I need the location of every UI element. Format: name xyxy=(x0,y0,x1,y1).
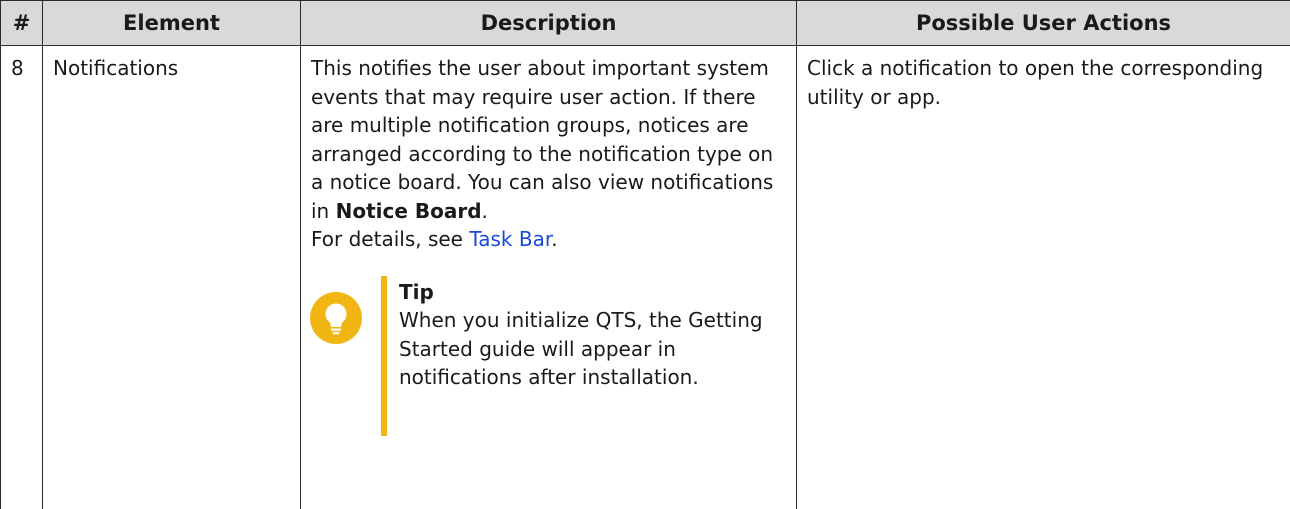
header-number: # xyxy=(1,1,43,46)
row-actions: Click a notification to open the corresp… xyxy=(797,46,1290,509)
row-element: Notifications xyxy=(43,46,301,509)
details-prefix: For details, see xyxy=(311,227,469,251)
tip-accent-bar xyxy=(381,276,387,436)
header-actions: Possible User Actions xyxy=(797,1,1290,46)
header-description: Description xyxy=(301,1,797,46)
header-row: # Element Description Possible User Acti… xyxy=(1,1,1290,46)
reference-table: # Element Description Possible User Acti… xyxy=(0,0,1290,509)
lightbulb-icon xyxy=(310,292,362,344)
row-description: This notifies the user about important s… xyxy=(301,46,797,509)
tip-body: Tip When you initialize QTS, the Getting… xyxy=(399,278,779,392)
tip-text: When you initialize QTS, the Getting Sta… xyxy=(399,306,779,392)
task-bar-link[interactable]: Task Bar xyxy=(469,227,551,251)
table-header: # Element Description Possible User Acti… xyxy=(1,1,1290,46)
details-line: For details, see Task Bar. xyxy=(311,225,786,254)
tip-callout: Tip When you initialize QTS, the Getting… xyxy=(311,276,786,436)
description-period: . xyxy=(482,199,488,223)
notice-board-term: Notice Board xyxy=(336,199,482,223)
details-suffix: . xyxy=(551,227,557,251)
tip-title: Tip xyxy=(399,278,779,307)
header-element: Element xyxy=(43,1,301,46)
row-number: 8 xyxy=(1,46,43,509)
table-row: 8 Notifications This notifies the user a… xyxy=(1,46,1290,509)
description-paragraph: This notifies the user about important s… xyxy=(311,54,786,225)
